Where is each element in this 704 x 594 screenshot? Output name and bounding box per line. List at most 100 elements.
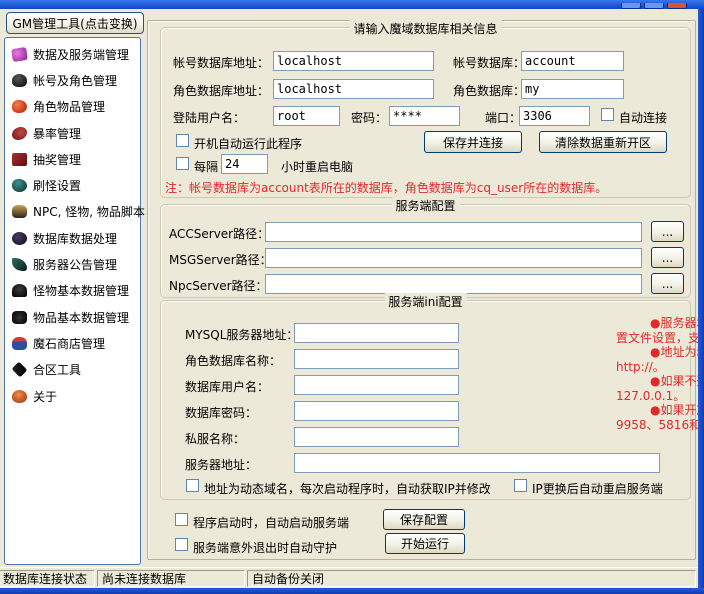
autorun-on-boot-label: 开机自动运行此程序 [194,135,302,152]
ini-db-password-label: 数据库密码： [185,404,257,421]
npc-figure-icon [12,205,27,218]
book-icon [12,153,27,166]
spiky-ball-icon [12,311,27,324]
start-run-button[interactable]: 开始运行 [385,533,465,554]
gem-icon [11,47,28,62]
minimize-button[interactable] [621,3,641,9]
save-and-connect-button[interactable]: 保存并连接 [424,131,522,153]
npcserver-path-input[interactable] [265,274,642,294]
account-db-name-input[interactable] [521,51,624,71]
restart-pc-label: 小时重启电脑 [281,158,353,175]
sidebar-item-label: 刷怪设置 [33,177,81,194]
msgserver-browse-button[interactable]: ... [651,247,684,268]
sidebar-item-db-data-processing[interactable]: 数据库数据处理 [5,225,140,251]
password-input[interactable] [389,106,460,126]
title-bar [0,0,704,9]
gm-tool-window: GM管理工具(点击变换) 数据及服务端管理 帐号及角色管理 角色物品管理 暴率管… [0,0,704,594]
mysql-addr-label: MYSQL服务器地址： [185,326,298,343]
sidebar-item-drop-rate-mgmt[interactable]: 暴率管理 [5,120,140,146]
sidebar-item-label: 角色物品管理 [33,98,105,115]
db-info-group-title: 请输入魔域数据库相关信息 [349,20,501,37]
port-label: 端口： [485,109,521,126]
login-user-input[interactable] [273,106,340,126]
clear-data-reopen-button[interactable]: 清除数据重新开区 [539,131,667,153]
accserver-path-input[interactable] [265,222,642,242]
role-db-name-input[interactable] [521,79,624,99]
autostart-server-label: 程序启动时，自动启动服务端 [193,514,349,531]
sidebar-item-mob-spawn-settings[interactable]: 刷怪设置 [5,172,140,198]
ini-config-group-title: 服务端ini配置 [384,293,466,310]
ini-note-line: ●如果不开放外网，请填写127.0.0.1。 [616,374,704,403]
butterfly-icon [12,284,27,297]
auto-connect-checkbox[interactable] [601,108,614,121]
sidebar-item-label: 关于 [33,388,57,405]
status-bar: 数据库连接状态 尚未连接数据库 自动备份关闭 [0,567,698,588]
ini-config-groupbox: 服务端ini配置 MYSQL服务器地址： 角色数据库名称： 数据库用户名： 数据… [160,300,691,500]
ini-role-db-input[interactable] [294,349,459,369]
sidebar-item-label: 合区工具 [33,361,81,378]
sidebar-item-label: 服务器公告管理 [33,256,117,273]
sidebar-item-item-base-data[interactable]: 物品基本数据管理 [5,304,140,330]
login-user-label: 登陆用户名： [173,109,245,126]
autostart-server-checkbox[interactable] [175,513,188,526]
role-db-addr-input[interactable] [273,79,434,99]
status-backup-state: 自动备份关闭 [247,570,696,587]
restart-hours-input[interactable] [221,154,268,174]
server-addr-input[interactable] [294,453,660,473]
sidebar-item-label: 怪物基本数据管理 [33,282,129,299]
sidebar-item-label: 帐号及角色管理 [33,72,117,89]
accserver-browse-button[interactable]: ... [651,221,684,242]
sidebar-item-magic-stone-shop[interactable]: 魔石商店管理 [5,330,140,356]
ini-db-password-input[interactable] [294,401,459,421]
head-icon [12,390,27,403]
msgserver-path-input[interactable] [265,248,642,268]
save-config-button[interactable]: 保存配置 [383,509,465,530]
sidebar-item-lottery-mgmt[interactable]: 抽奖管理 [5,146,140,172]
maximize-button[interactable] [644,3,664,9]
ip-change-restart-checkbox[interactable] [514,479,527,492]
status-connection-state: 尚未连接数据库 [97,570,245,587]
sidebar-item-server-announcement[interactable]: 服务器公告管理 [5,251,140,277]
account-db-addr-input[interactable] [273,51,434,71]
sidebar-item-label: 魔石商店管理 [33,335,105,352]
account-db-addr-label: 帐号数据库地址： [173,54,269,71]
ini-note-line: ●如果开放外网，请在设置映射端口9958、5816和Account端口。 [616,403,704,432]
ini-db-user-input[interactable] [294,375,459,395]
sidebar-item-label: 数据库数据处理 [33,230,117,247]
server-config-groupbox: 服务端配置 ACCServer路径： ... MSGServer路径： ... … [160,204,691,298]
npcserver-browse-button[interactable]: ... [651,273,684,294]
sidebar-item-account-role-mgmt[interactable]: 帐号及角色管理 [5,67,140,93]
sidebar-item-npc-scripts[interactable]: NPC, 怪物, 物品脚本 [5,199,140,225]
pouch-icon [12,100,27,113]
ini-note-line: ●服务器地址 选项用于开放外网的配置文件设置，支持动态域名。 [616,316,704,345]
sidebar-item-about[interactable]: 关于 [5,383,140,409]
sidebar-item-role-item-mgmt[interactable]: 角色物品管理 [5,94,140,120]
monster-icon [12,179,27,192]
private-server-name-input[interactable] [294,427,459,447]
sidebar-item-monster-base-data[interactable]: 怪物基本数据管理 [5,278,140,304]
guard-on-exit-label: 服务端意外退出时自动守护 [193,539,337,556]
sidebar-item-merge-tool[interactable]: 合区工具 [5,357,140,383]
guard-on-exit-checkbox[interactable] [175,538,188,551]
every-label: 每隔 [194,158,218,175]
autorun-on-boot-checkbox[interactable] [176,134,189,147]
status-connection-title: 数据库连接状态 [0,570,95,587]
password-label: 密码： [351,109,387,126]
sidebar-mode-toggle-button[interactable]: GM管理工具(点击变换) [6,12,144,34]
ini-note-line: ●地址为动态域名时，不填写http://。 [616,345,704,374]
server-addr-label: 服务器地址： [185,456,257,473]
msgserver-path-label: MSGServer路径： [169,251,272,268]
restart-interval-checkbox[interactable] [176,157,189,170]
sidebar-item-data-server-mgmt[interactable]: 数据及服务端管理 [5,41,140,67]
close-button[interactable] [667,3,687,9]
mysql-addr-input[interactable] [294,323,459,343]
port-input[interactable] [519,106,590,126]
dynamic-domain-checkbox[interactable] [186,479,199,492]
wing-icon [12,258,27,271]
ip-change-restart-label: IP更换后自动重启服务端 [532,480,663,497]
accserver-path-label: ACCServer路径： [169,225,269,242]
beetle-icon [12,232,27,245]
diamond-icon [12,362,28,378]
wizard-icon [12,337,27,350]
ini-help-notes: ●服务器地址 选项用于开放外网的配置文件设置，支持动态域名。 ●地址为动态域名时… [616,316,704,432]
